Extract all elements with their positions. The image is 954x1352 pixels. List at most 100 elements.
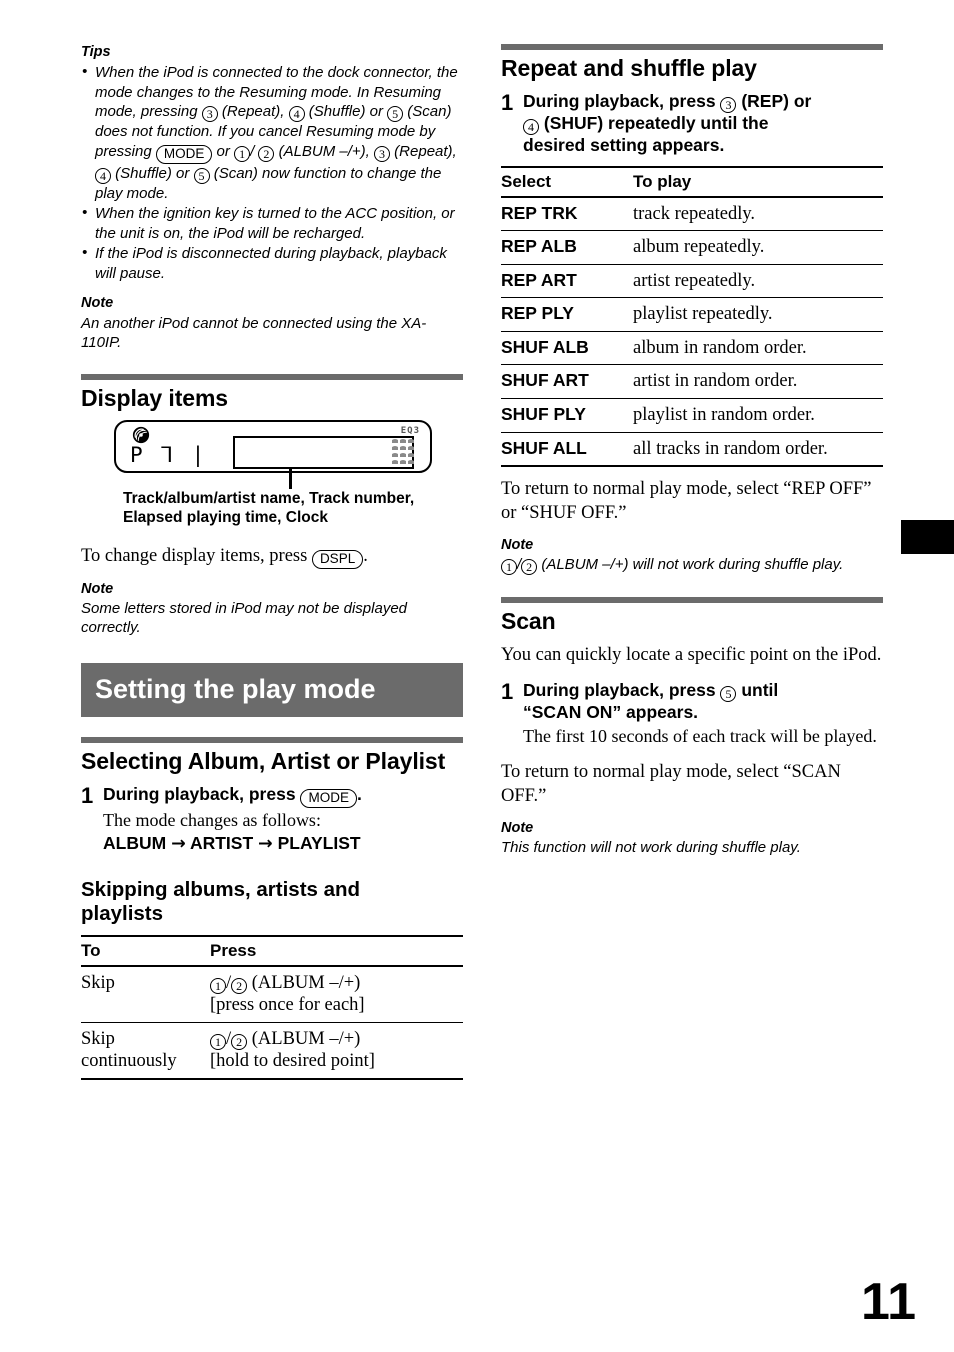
mode-playlist: PLAYLIST bbox=[277, 833, 361, 854]
arrow-icon: → bbox=[258, 834, 273, 855]
display-segment-text: P ⅂ | bbox=[130, 442, 208, 467]
section-rule bbox=[501, 597, 883, 604]
cell-to-line-2: continuously bbox=[81, 1051, 177, 1072]
cell-select: REP ART bbox=[501, 264, 633, 299]
section-heading-selecting: Selecting Album, Artist or Playlist bbox=[81, 748, 446, 775]
table-row: REP ALB album repeatedly. bbox=[501, 230, 883, 265]
right-column: Repeat and shuffle play 1 During playbac… bbox=[501, 44, 883, 857]
button-1-icon: 1 bbox=[501, 559, 517, 576]
section-heading-scan: Scan bbox=[501, 608, 556, 635]
column-header-select: Select bbox=[501, 165, 633, 198]
repeat-shuffle-table: Select To play REP TRK track repeatedly.… bbox=[501, 165, 883, 468]
button-1-icon: 1 bbox=[210, 1033, 226, 1050]
change-display-instruction: To change display items, press DSPL. bbox=[81, 544, 463, 569]
note-heading: Note bbox=[501, 819, 534, 836]
cell-to: Skip continuously bbox=[81, 1022, 210, 1080]
eq-label: EQ3 bbox=[400, 425, 420, 436]
step-number: 1 bbox=[81, 782, 94, 808]
note-body: 1/2 (ALBUM –/+) will not work during shu… bbox=[501, 555, 883, 576]
cell-select: REP ALB bbox=[501, 230, 633, 265]
illustration-caption: Track/album/artist name, Track number, E… bbox=[123, 490, 463, 528]
skipping-heading-line-2: playlists bbox=[81, 901, 164, 925]
cell-press: 1/2 (ALBUM –/+) [hold to desired point] bbox=[210, 1022, 463, 1080]
button-5-icon: 5 bbox=[720, 686, 737, 703]
section-heading-display-items: Display items bbox=[81, 384, 228, 411]
step-number: 1 bbox=[501, 89, 514, 115]
cell-select: REP PLY bbox=[501, 297, 633, 332]
manual-page: Tips When the iPod is connected to the d… bbox=[0, 0, 954, 1352]
button-3-icon: 3 bbox=[720, 96, 737, 113]
step-subtext: The first 10 seconds of each track will … bbox=[523, 726, 877, 747]
disc-icon bbox=[132, 426, 150, 444]
table-row: SHUF ART artist in random order. bbox=[501, 364, 883, 399]
section-rule bbox=[81, 737, 463, 744]
step-instruction-suffix: . bbox=[356, 783, 362, 804]
button-1-icon: 1 bbox=[234, 145, 251, 162]
note-body: Some letters stored in iPod may not be d… bbox=[81, 599, 408, 636]
table-row: REP TRK track repeatedly. bbox=[501, 196, 883, 232]
caption-line-2: Elapsed playing time, Clock bbox=[123, 508, 329, 526]
leader-line bbox=[289, 466, 292, 489]
press-detail: [press once for each] bbox=[210, 995, 365, 1016]
table-row: REP PLY playlist repeatedly. bbox=[501, 297, 883, 332]
repeat-return-text: To return to normal play mode, select “R… bbox=[501, 479, 872, 524]
tips-block: Tips When the iPod is connected to the d… bbox=[81, 44, 463, 283]
caption-line-1: Track/album/artist name, Track number, bbox=[123, 489, 415, 507]
left-column: Tips When the iPod is connected to the d… bbox=[81, 44, 463, 1080]
tips-list: When the iPod is connected to the dock c… bbox=[81, 62, 463, 283]
step-instruction: During playback, press MODE. bbox=[103, 784, 463, 808]
section-banner-setting-play-mode: Setting the play mode bbox=[81, 663, 463, 718]
step-number: 1 bbox=[501, 679, 514, 705]
cell-select: SHUF ALL bbox=[501, 432, 633, 468]
button-5-icon: 5 bbox=[387, 106, 404, 123]
table-row: Skip 1/2 (ALBUM –/+) [press once for eac… bbox=[81, 965, 463, 1023]
table-row: Skip continuously 1/2 (ALBUM –/+) [hold … bbox=[81, 1022, 463, 1080]
step-scan: 1 During playback, press 5 until “SCAN O… bbox=[501, 679, 883, 747]
cell-select: SHUF ART bbox=[501, 364, 633, 399]
step-part-4: desired setting appears. bbox=[523, 134, 725, 155]
button-4-icon: 4 bbox=[523, 118, 539, 135]
column-header-press: Press bbox=[210, 934, 463, 967]
cell-to-play: track repeatedly. bbox=[633, 196, 883, 232]
section-heading-repeat-shuffle: Repeat and shuffle play bbox=[501, 55, 757, 81]
scan-return-text: To return to normal play mode, select “S… bbox=[501, 761, 841, 806]
step-part-1: During playback, press bbox=[523, 680, 716, 701]
equalizer-icon bbox=[391, 438, 421, 469]
table-header-row: Select To play bbox=[501, 165, 883, 198]
button-2-icon: 2 bbox=[521, 559, 538, 576]
step-instruction: During playback, press 5 until “SCAN ON”… bbox=[523, 680, 883, 724]
display-text-area bbox=[233, 435, 414, 469]
subsection-heading-skipping: Skipping albums, artists and playlists bbox=[81, 878, 463, 926]
cell-to-play: artist repeatedly. bbox=[633, 264, 883, 299]
cell-press: 1/2 (ALBUM –/+) [press once for each] bbox=[210, 965, 463, 1023]
scan-intro: You can quickly locate a specific point … bbox=[501, 645, 882, 666]
table-row: SHUF PLY playlist in random order. bbox=[501, 398, 883, 433]
tip-item: When the ignition key is turned to the A… bbox=[81, 203, 463, 243]
button-2-icon: 2 bbox=[258, 145, 275, 162]
press-detail: [hold to desired point] bbox=[210, 1051, 375, 1072]
cell-select: SHUF ALB bbox=[501, 331, 633, 366]
cell-to-play: playlist in random order. bbox=[633, 398, 883, 433]
step-subtext: The mode changes as follows: bbox=[103, 809, 321, 830]
column-header-to: To bbox=[81, 934, 210, 967]
section-rule bbox=[501, 44, 883, 50]
step-instruction: During playback, press 3 (REP) or 4 (SHU… bbox=[523, 91, 883, 157]
button-mode-icon: MODE bbox=[155, 144, 213, 164]
step-part-2: until bbox=[741, 680, 779, 701]
arrow-icon: → bbox=[171, 834, 186, 855]
button-mode-icon: MODE bbox=[300, 788, 357, 808]
cell-to-play: artist in random order. bbox=[633, 364, 883, 399]
column-header-to-play: To play bbox=[633, 165, 883, 198]
tip-item: If the iPod is disconnected during playb… bbox=[81, 243, 463, 283]
press-label: (ALBUM –/+) bbox=[251, 1028, 361, 1049]
table-header-row: To Press bbox=[81, 934, 463, 967]
cell-to-play: album in random order. bbox=[633, 331, 883, 366]
press-label: (ALBUM –/+) bbox=[251, 972, 361, 993]
cell-to-line-1: Skip bbox=[81, 1028, 115, 1049]
step-part-3: “SCAN ON” appears. bbox=[523, 702, 699, 723]
button-5-icon: 5 bbox=[193, 167, 210, 184]
mode-album: ALBUM bbox=[103, 833, 167, 854]
step-part-3: (SHUF) repeatedly until the bbox=[543, 112, 769, 133]
section-rule bbox=[81, 373, 463, 380]
cell-to-play: playlist repeatedly. bbox=[633, 297, 883, 332]
